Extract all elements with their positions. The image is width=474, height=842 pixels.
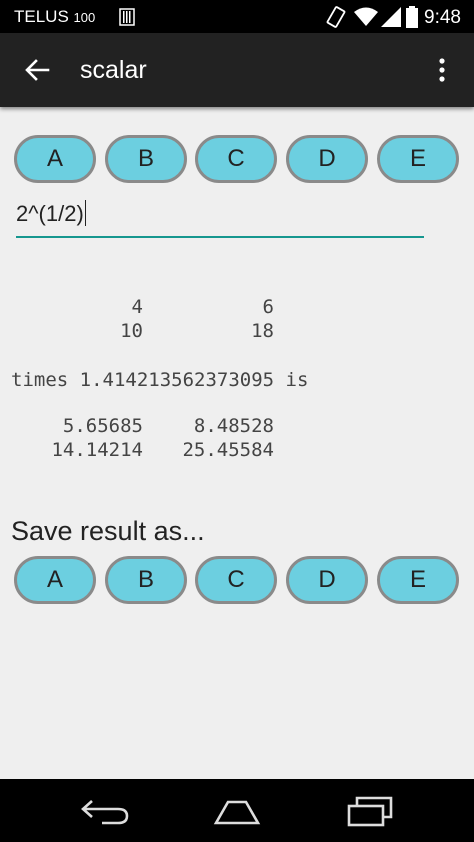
page-title: scalar	[80, 56, 147, 84]
save-button-e[interactable]: E	[377, 556, 459, 604]
matrix-cell: 18	[251, 320, 274, 342]
nav-home-icon[interactable]	[212, 799, 262, 825]
vibrate-icon	[326, 6, 346, 28]
status-bar: TELUS 100 9:48	[0, 0, 474, 33]
back-arrow-icon[interactable]	[22, 55, 52, 85]
overflow-menu-icon[interactable]	[432, 55, 452, 85]
matrix-cell: 25.45584	[182, 439, 274, 461]
nav-recents-icon[interactable]	[346, 795, 394, 827]
save-button-c[interactable]: C	[195, 556, 277, 604]
app-bar: scalar	[0, 33, 474, 107]
matrix-cell: 14.14214	[51, 439, 143, 461]
sim-card-icon	[119, 8, 135, 26]
matrix-cell: 4	[131, 296, 143, 318]
matrix-button-a[interactable]: A	[14, 135, 96, 183]
matrix-cell: 10	[120, 320, 143, 342]
text-cursor	[84, 200, 86, 226]
multiplier-text: times 1.414213562373095 is	[11, 369, 309, 391]
save-button-a[interactable]: A	[14, 556, 96, 604]
nav-back-icon[interactable]	[80, 797, 130, 825]
expression-value: 2^(1/2)	[16, 201, 84, 226]
save-button-b[interactable]: B	[105, 556, 187, 604]
matrix-button-c[interactable]: C	[195, 135, 277, 183]
expression-input[interactable]: 2^(1/2)	[16, 196, 424, 238]
matrix-cell: 8.48528	[193, 415, 274, 437]
save-result-label: Save result as...	[11, 516, 205, 546]
carrier-label: TELUS 100	[14, 7, 96, 26]
signal-icon	[381, 7, 401, 27]
matrix-button-e[interactable]: E	[377, 135, 459, 183]
matrix-button-d[interactable]: D	[286, 135, 368, 183]
status-time: 9:48	[424, 7, 461, 28]
matrix-cell: 6	[262, 296, 274, 318]
save-button-d[interactable]: D	[286, 556, 368, 604]
wifi-icon	[354, 7, 378, 26]
battery-icon	[406, 6, 418, 28]
matrix-button-b[interactable]: B	[105, 135, 187, 183]
matrix-cell: 5.65685	[62, 415, 143, 437]
navigation-bar	[0, 779, 474, 842]
